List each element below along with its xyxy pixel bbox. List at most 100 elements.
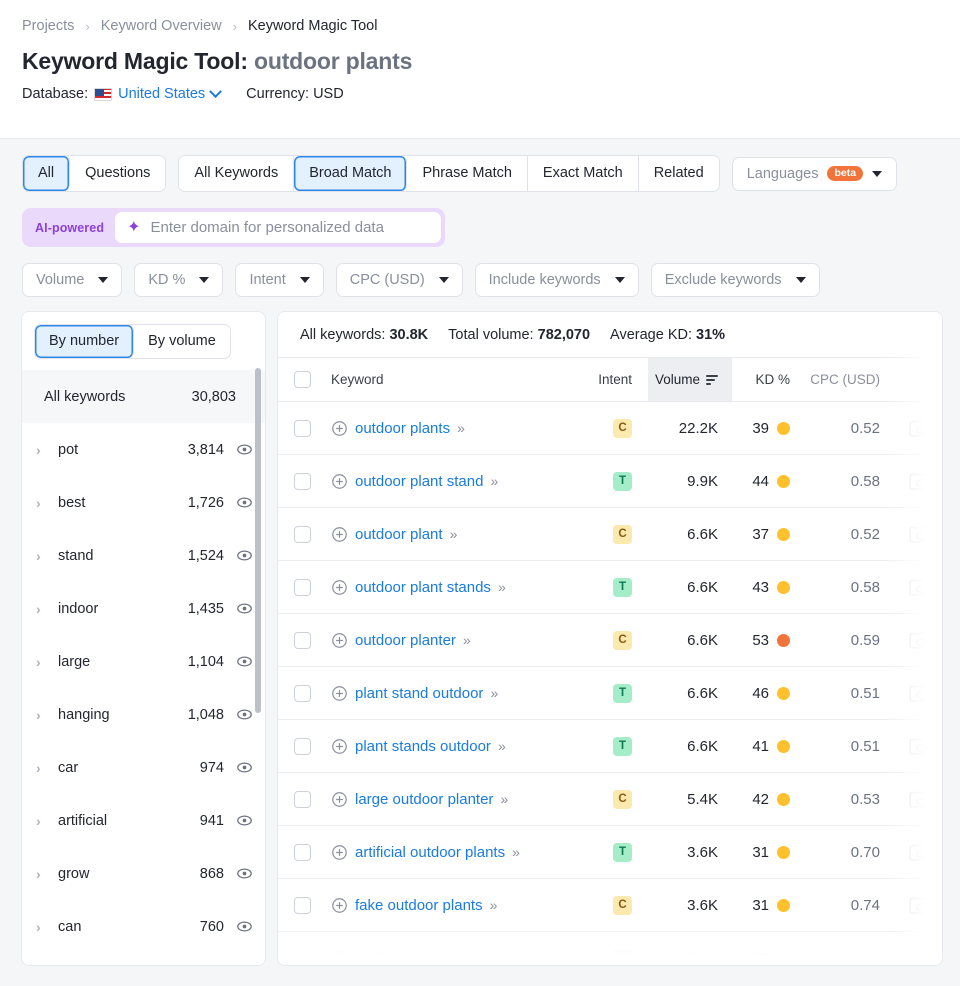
database-value[interactable]: United States (118, 86, 205, 102)
chevron-right-icon[interactable]: › (36, 654, 52, 670)
tab-questions[interactable]: Questions (70, 156, 166, 191)
double-chevron-right-icon[interactable]: » (498, 579, 506, 595)
add-keyword-icon[interactable] (331, 950, 348, 965)
filter-exclude-keywords[interactable]: Exclude keywords (650, 263, 820, 297)
table-row[interactable]: plant stands outdoor » T 6.6K 41 0.51 (278, 720, 942, 773)
sidebar-group-indoor[interactable]: › indoor 1,435 (22, 582, 265, 635)
chevron-right-icon[interactable]: › (36, 707, 52, 723)
chevron-right-icon[interactable]: › (36, 601, 52, 617)
row-checkbox[interactable] (294, 684, 311, 702)
add-keyword-icon[interactable] (331, 579, 348, 596)
double-chevron-right-icon[interactable]: » (490, 685, 498, 701)
tab-related[interactable]: Related (638, 156, 719, 191)
eye-icon[interactable] (236, 600, 253, 617)
sidebar-group-can[interactable]: › can 760 (22, 900, 265, 953)
row-checkbox[interactable] (294, 790, 311, 808)
column-header-kd[interactable]: KD % (732, 358, 804, 401)
add-keyword-icon[interactable] (331, 844, 348, 861)
table-row[interactable]: artificial plants for outdoors » T 2.9K 25 0.… (278, 932, 942, 966)
double-chevron-right-icon[interactable]: » (457, 420, 465, 436)
column-header-volume[interactable]: Volume (648, 358, 732, 401)
eye-icon[interactable] (236, 706, 253, 723)
serp-preview-icon[interactable] (908, 791, 928, 808)
chevron-down-icon[interactable] (209, 84, 223, 98)
eye-icon[interactable] (236, 653, 253, 670)
tab-exact-match[interactable]: Exact Match (527, 156, 639, 191)
row-checkbox[interactable] (294, 843, 311, 861)
table-row[interactable]: outdoor plant stands » T 6.6K 43 0.58 (278, 561, 942, 614)
sidebar-group-pot[interactable]: › pot 3,814 (22, 423, 265, 476)
keyword-link[interactable]: outdoor plant stand (355, 473, 483, 490)
sidebar-all-keywords-row[interactable]: All keywords 30,803 (22, 370, 265, 423)
keyword-link[interactable]: fake outdoor plants (355, 897, 483, 914)
chevron-right-icon[interactable]: › (36, 866, 52, 882)
eye-icon[interactable] (236, 759, 253, 776)
double-chevron-right-icon[interactable]: » (498, 738, 506, 754)
table-row[interactable]: artificial outdoor plants » T 3.6K 31 0.70 (278, 826, 942, 879)
row-checkbox[interactable] (294, 631, 311, 649)
double-chevron-right-icon[interactable]: » (450, 526, 458, 542)
add-keyword-icon[interactable] (331, 420, 348, 437)
sidebar-toggle-by-number[interactable]: By number (35, 325, 135, 358)
table-row[interactable]: outdoor plant stand » T 9.9K 44 0.58 (278, 455, 942, 508)
add-keyword-icon[interactable] (331, 897, 348, 914)
keyword-link[interactable]: outdoor plant (355, 526, 443, 543)
intent-badge[interactable]: T (613, 842, 632, 862)
chevron-right-icon[interactable]: › (36, 813, 52, 829)
add-keyword-icon[interactable] (331, 791, 348, 808)
row-checkbox[interactable] (294, 949, 311, 965)
row-checkbox[interactable] (294, 525, 311, 543)
serp-preview-icon[interactable] (908, 579, 928, 596)
keyword-link[interactable]: plant stand outdoor (355, 685, 483, 702)
table-row[interactable]: outdoor planter » C 6.6K 53 0.59 (278, 614, 942, 667)
sidebar-toggle-by-volume[interactable]: By volume (134, 325, 230, 358)
double-chevron-right-icon[interactable]: » (541, 950, 549, 965)
select-all-checkbox[interactable] (294, 371, 311, 388)
row-checkbox[interactable] (294, 419, 311, 437)
eye-icon[interactable] (236, 441, 253, 458)
eye-icon[interactable] (236, 494, 253, 511)
serp-preview-icon[interactable] (908, 897, 928, 914)
tab-all[interactable]: All (23, 156, 71, 191)
sidebar-group-large[interactable]: › large 1,104 (22, 635, 265, 688)
serp-preview-icon[interactable] (908, 420, 928, 437)
tab-broad-match[interactable]: Broad Match (294, 156, 408, 191)
sidebar-group-hanging[interactable]: › hanging 1,048 (22, 688, 265, 741)
row-checkbox[interactable] (294, 578, 311, 596)
sidebar-group-car[interactable]: › car 974 (22, 741, 265, 794)
add-keyword-icon[interactable] (331, 473, 348, 490)
double-chevron-right-icon[interactable]: » (490, 897, 498, 913)
table-row[interactable]: outdoor plant » C 6.6K 37 0.52 (278, 508, 942, 561)
keyword-link[interactable]: artificial plants for outdoors (355, 950, 534, 966)
filter-kd[interactable]: KD % (134, 263, 224, 297)
eye-icon[interactable] (236, 865, 253, 882)
filter-volume[interactable]: Volume (22, 263, 123, 297)
add-keyword-icon[interactable] (331, 526, 348, 543)
row-checkbox[interactable] (294, 737, 311, 755)
table-row[interactable]: fake outdoor plants » C 3.6K 31 0.74 (278, 879, 942, 932)
chevron-right-icon[interactable]: › (36, 548, 52, 564)
intent-badge[interactable]: C (613, 895, 632, 915)
tab-phrase-match[interactable]: Phrase Match (407, 156, 528, 191)
intent-badge[interactable]: C (613, 418, 632, 438)
intent-badge[interactable]: C (613, 630, 632, 650)
double-chevron-right-icon[interactable]: » (463, 632, 471, 648)
intent-badge[interactable]: T (613, 736, 632, 756)
sidebar-group-stand[interactable]: › stand 1,524 (22, 529, 265, 582)
intent-badge[interactable]: T (613, 948, 632, 965)
intent-badge[interactable]: T (613, 471, 632, 491)
intent-badge[interactable]: T (613, 683, 632, 703)
double-chevron-right-icon[interactable]: » (490, 473, 498, 489)
database-selector[interactable]: Database: United States (22, 84, 223, 102)
eye-icon[interactable] (236, 918, 253, 935)
keyword-link[interactable]: large outdoor planter (355, 791, 493, 808)
intent-badge[interactable]: T (613, 577, 632, 597)
intent-badge[interactable]: C (613, 789, 632, 809)
double-chevron-right-icon[interactable]: » (500, 791, 508, 807)
column-header-intent[interactable]: Intent (564, 358, 648, 401)
tab-all-keywords[interactable]: All Keywords (179, 156, 295, 191)
sidebar-group-artificial[interactable]: › artificial 941 (22, 794, 265, 847)
domain-input-placeholder[interactable]: Enter domain for personalized data (150, 219, 383, 236)
domain-input-wrapper[interactable]: ✦ Enter domain for personalized data (115, 212, 442, 243)
keyword-link[interactable]: outdoor planter (355, 632, 456, 649)
